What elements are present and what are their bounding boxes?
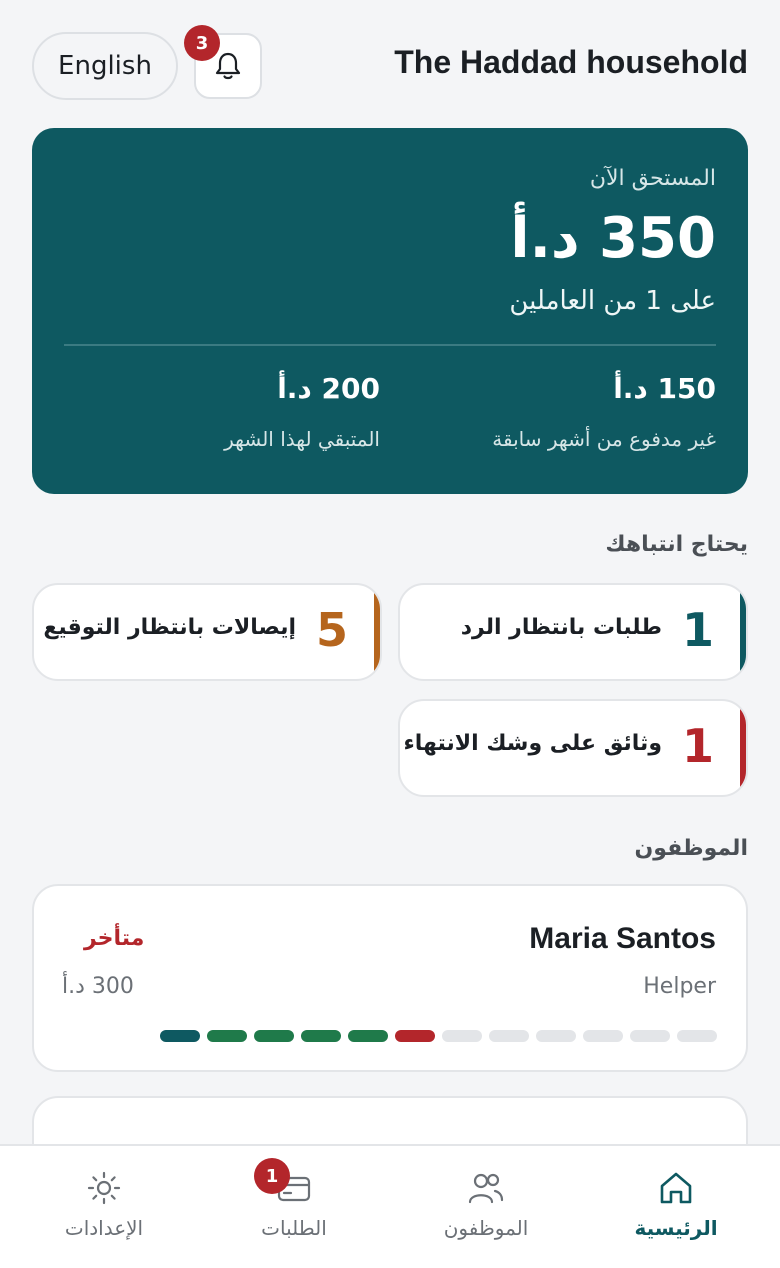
month-payment-bar: [254, 1030, 294, 1042]
card-accent: [374, 585, 380, 679]
unpaid-previous-label: غير مدفوع من أشهر سابقة: [492, 427, 716, 451]
nav-requests-label: الطلبات: [261, 1216, 327, 1240]
expiring-documents-count: 1: [681, 719, 714, 773]
nav-requests[interactable]: 1 الطلبات: [214, 1146, 374, 1268]
employee-role: Helper: [643, 974, 716, 999]
month-payment-bar: [207, 1030, 247, 1042]
bell-icon: [215, 52, 241, 80]
summary-divider: [64, 344, 716, 346]
nav-settings[interactable]: الإعدادات: [24, 1146, 184, 1268]
pending-requests-count: 1: [681, 603, 714, 657]
due-now-amount: 350 د.أ: [510, 206, 716, 271]
employees-section-title: الموظفون: [634, 836, 748, 861]
employee-card[interactable]: Maria Santos Helper متأخر 300 د.أ: [32, 884, 748, 1072]
home-icon: [660, 1172, 692, 1204]
pending-receipts-label: إيصالات بانتظار التوقيع: [43, 615, 296, 640]
pending-requests-card[interactable]: 1 طلبات بانتظار الرد: [398, 583, 748, 681]
employee-status-badge: متأخر: [84, 926, 145, 951]
pending-requests-label: طلبات بانتظار الرد: [460, 615, 662, 640]
notifications-count-badge: 3: [184, 25, 220, 61]
sun-settings-icon: [87, 1171, 121, 1205]
month-payment-bar: [583, 1030, 623, 1042]
month-payment-bar: [301, 1030, 341, 1042]
requests-count-badge: 1: [254, 1158, 290, 1194]
nav-home-label: الرئيسية: [634, 1216, 718, 1240]
month-payment-bar: [160, 1030, 200, 1042]
card-accent: [740, 701, 746, 795]
month-payment-bar: [489, 1030, 529, 1042]
monthly-payment-timeline: [160, 1030, 720, 1042]
remaining-month-amount: 200 د.أ: [277, 372, 380, 405]
pending-receipts-card[interactable]: 5 إيصالات بانتظار التوقيع: [32, 583, 382, 681]
household-title: The Haddad household: [394, 44, 748, 80]
due-now-workers: على 1 من العاملين: [509, 286, 716, 316]
month-payment-bar: [395, 1030, 435, 1042]
remaining-month-label: المتبقي لهذا الشهر: [224, 427, 380, 451]
employee-amount: 300 د.أ: [62, 974, 134, 999]
employee-name: Maria Santos: [529, 922, 716, 955]
month-payment-bar: [348, 1030, 388, 1042]
nav-home[interactable]: الرئيسية: [596, 1146, 756, 1268]
bottom-navigation: الإعدادات 1 الطلبات الموظفون الرئيسية: [0, 1144, 780, 1268]
unpaid-previous-amount: 150 د.أ: [613, 372, 716, 405]
attention-section-title: يحتاج انتباهك: [605, 532, 748, 557]
month-payment-bar: [442, 1030, 482, 1042]
month-payment-bar: [677, 1030, 717, 1042]
card-accent: [740, 585, 746, 679]
remaining-month-stat: 200 د.أ المتبقي لهذا الشهر: [224, 372, 380, 451]
unpaid-previous-stat: 150 د.أ غير مدفوع من أشهر سابقة: [492, 372, 716, 451]
month-payment-bar: [630, 1030, 670, 1042]
expiring-documents-label: وثائق على وشك الانتهاء: [403, 731, 662, 756]
people-icon: [468, 1173, 504, 1204]
month-payment-bar: [536, 1030, 576, 1042]
payment-summary-card[interactable]: المستحق الآن 350 د.أ على 1 من العاملين 1…: [32, 128, 748, 494]
nav-settings-label: الإعدادات: [64, 1216, 144, 1240]
expiring-documents-card[interactable]: 1 وثائق على وشك الانتهاء: [398, 699, 748, 797]
nav-employees-label: الموظفون: [443, 1216, 529, 1240]
header: English 3 The Haddad household: [0, 0, 780, 128]
nav-employees[interactable]: الموظفون: [406, 1146, 566, 1268]
due-now-label: المستحق الآن: [589, 166, 716, 191]
pending-receipts-count: 5: [315, 603, 348, 657]
language-toggle-button[interactable]: English: [32, 32, 178, 100]
